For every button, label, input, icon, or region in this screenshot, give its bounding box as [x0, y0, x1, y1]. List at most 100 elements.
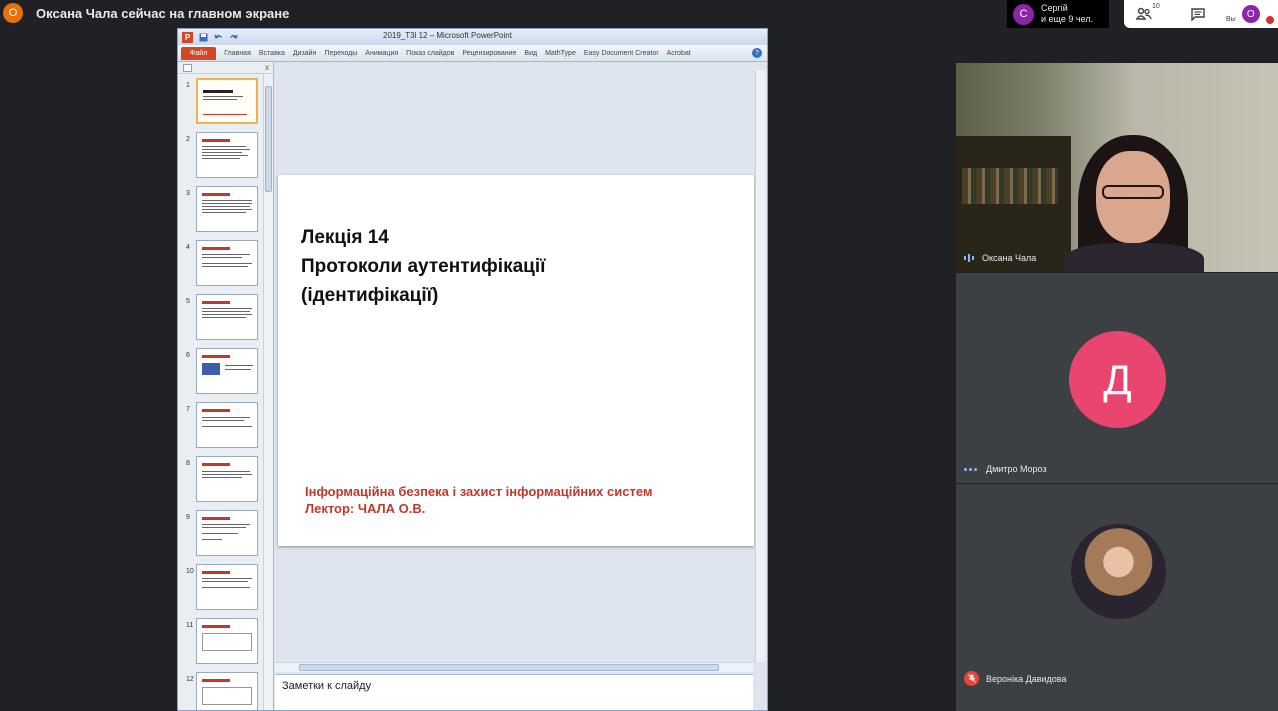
undo-icon[interactable]: [214, 33, 223, 42]
slide-preview: [196, 240, 258, 286]
mic-off-icon: [964, 671, 979, 686]
self-avatar[interactable]: О: [1241, 5, 1260, 23]
slide-thumbnail[interactable]: 5: [178, 294, 264, 344]
help-icon[interactable]: ?: [752, 48, 762, 58]
slide-subtitle-line-1: Інформаційна безпека і захист інформацій…: [305, 484, 653, 499]
mic-off-icon: [1266, 16, 1274, 24]
powerpoint-logo-icon: P: [182, 31, 193, 43]
ppt-title-bar: P 2019_T3l 12 – Microsoft PowerPoint: [178, 29, 767, 45]
slide-number: 11: [186, 622, 194, 629]
scrollbar-thumb[interactable]: [299, 664, 719, 671]
ppt-ribbon-tabs: Файл Главная Вставка Дизайн Переходы Ани…: [178, 45, 767, 62]
audio-wave-icon: [964, 253, 975, 263]
people-icon: [1136, 7, 1152, 20]
participant-video: [956, 63, 1278, 272]
slide-preview: [196, 294, 258, 340]
tab-mathtype[interactable]: MathType: [545, 50, 576, 57]
slide-thumbnail[interactable]: 10: [178, 564, 264, 614]
slide-preview: [196, 186, 258, 232]
slide-thumbnail[interactable]: 6: [178, 348, 264, 398]
slide-number: 12: [186, 676, 194, 683]
speaking-dots-icon: [964, 467, 979, 471]
slide-preview: [196, 564, 258, 610]
slide-title-line-1: Лекція 14: [301, 227, 389, 248]
participant-photo: [1071, 524, 1166, 619]
presenting-banner: О Оксана Чала сейчас на главном экране: [0, 0, 600, 26]
redo-icon[interactable]: [229, 33, 238, 42]
slide-preview: [196, 618, 258, 664]
tab-view[interactable]: Вид: [524, 50, 537, 57]
slide-title-line-2: Протоколи аутентифікації: [301, 256, 546, 277]
presenting-text: Оксана Чала сейчас на главном экране: [36, 5, 290, 21]
others-line-1: Сергій: [1041, 3, 1068, 13]
shared-screen-powerpoint: P 2019_T3l 12 – Microsoft PowerPoint Фай…: [177, 28, 768, 711]
slide-number: 8: [186, 460, 190, 467]
slide-thumbnail[interactable]: 8: [178, 456, 264, 506]
meet-toolbar: 10 Вы О: [1124, 0, 1278, 28]
participant-tile[interactable]: Вероніка Давидова: [956, 484, 1278, 711]
slide-preview: [196, 456, 258, 502]
tab-acrobat[interactable]: Acrobat: [667, 50, 691, 57]
slide-number: 5: [186, 298, 190, 305]
slide-number: 9: [186, 514, 190, 521]
participant-name: Оксана Чала: [982, 253, 1037, 263]
participant-name-label: Дмитро Мороз: [964, 464, 1047, 474]
slide-thumbnail[interactable]: 2: [178, 132, 264, 182]
save-icon[interactable]: [199, 33, 208, 42]
participant-name: Вероніка Давидова: [986, 673, 1067, 684]
slide-preview: [196, 78, 258, 124]
slide-thumbnail[interactable]: 12: [178, 672, 264, 710]
slide-editor: Лекція 14 Протоколи аутентифікації (іден…: [275, 62, 767, 710]
slides-pane-scrollbar[interactable]: [263, 74, 273, 710]
slide-number: 4: [186, 244, 190, 251]
slide-preview: [196, 402, 258, 448]
participant-name: Дмитро Мороз: [986, 464, 1047, 474]
close-icon[interactable]: x: [265, 63, 269, 72]
tab-insert[interactable]: Вставка: [259, 50, 285, 57]
slide-number: 1: [186, 82, 190, 89]
editor-vertical-scrollbar[interactable]: [755, 70, 765, 662]
slide-number: 2: [186, 136, 190, 143]
people-count: 10: [1152, 3, 1160, 10]
slide-number: 7: [186, 406, 190, 413]
chat-icon: [1191, 7, 1205, 21]
tab-file[interactable]: Файл: [181, 46, 217, 60]
slide-subtitle: Інформаційна безпека і захист інформацій…: [305, 483, 653, 517]
slide-preview: [196, 132, 258, 178]
participant-tile[interactable]: Д Дмитро Мороз: [956, 273, 1278, 483]
tab-slideshow[interactable]: Показ слайдов: [406, 50, 454, 57]
others-text: Сергій и еще 9 чел.: [1041, 3, 1093, 25]
notes-pane[interactable]: Заметки к слайду: [275, 674, 753, 710]
tab-home[interactable]: Главная: [224, 50, 251, 57]
slide-thumbnail[interactable]: 1: [178, 78, 264, 128]
tab-review[interactable]: Рецензирование: [462, 50, 516, 57]
ppt-window-title: 2019_T3l 12 – Microsoft PowerPoint: [383, 31, 512, 40]
slide-thumbnail[interactable]: 4: [178, 240, 264, 290]
chat-button[interactable]: [1178, 0, 1218, 28]
tab-easy-document-creator[interactable]: Easy Document Creator: [584, 50, 659, 57]
slides-pane: x 1 2 3 4 5 6 7 8 9 10 11 12: [178, 62, 274, 710]
slide-subtitle-line-2: Лектор: ЧАЛА О.В.: [305, 501, 426, 516]
current-slide[interactable]: Лекція 14 Протоколи аутентифікації (іден…: [278, 175, 754, 546]
participant-name-label: Оксана Чала: [964, 253, 1036, 263]
slide-thumbnail[interactable]: 7: [178, 402, 264, 452]
presenter-avatar: О: [3, 3, 23, 23]
tab-transitions[interactable]: Переходы: [324, 50, 357, 57]
notes-placeholder: Заметки к слайду: [282, 680, 372, 692]
tab-animations[interactable]: Анимация: [365, 50, 398, 57]
participant-tile[interactable]: Оксана Чала: [956, 63, 1278, 272]
slides-tab-icon[interactable]: [183, 63, 192, 72]
scrollbar-thumb[interactable]: [265, 86, 272, 192]
editor-horizontal-scrollbar[interactable]: [275, 662, 753, 672]
participant-avatar: Д: [1069, 331, 1166, 428]
slide-title: Лекція 14 Протоколи аутентифікації (іден…: [301, 223, 545, 310]
slide-preview: [196, 510, 258, 556]
slide-number: 10: [186, 568, 194, 575]
slide-thumbnail[interactable]: 3: [178, 186, 264, 236]
slide-thumbnail[interactable]: 11: [178, 618, 264, 668]
tab-design[interactable]: Дизайн: [293, 50, 317, 57]
other-participants-pill[interactable]: С Сергій и еще 9 чел.: [1007, 0, 1109, 28]
people-button[interactable]: 10: [1124, 0, 1164, 28]
slide-preview: [196, 672, 258, 710]
slide-thumbnail[interactable]: 9: [178, 510, 264, 560]
